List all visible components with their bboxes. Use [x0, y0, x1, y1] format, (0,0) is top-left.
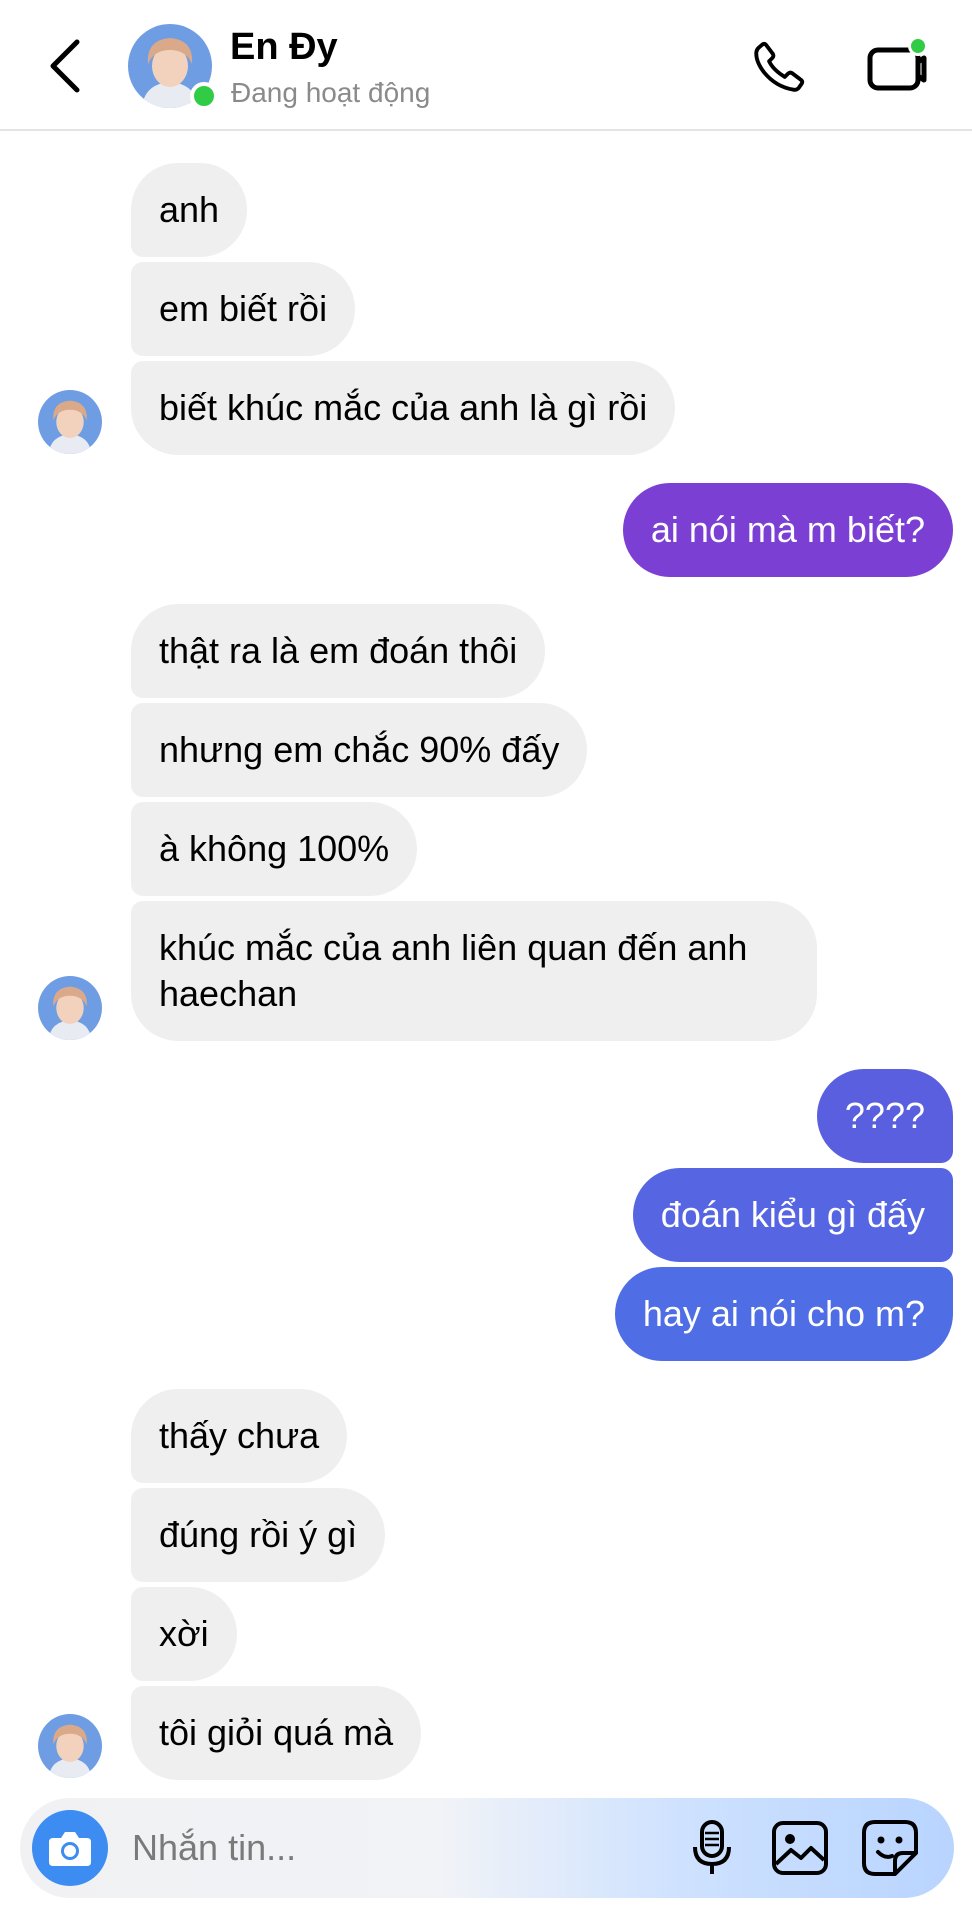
- sticker-icon: [862, 1820, 918, 1876]
- message-text: anh: [159, 189, 220, 230]
- message-text: em biết rồi: [159, 288, 328, 329]
- sticker-button[interactable]: [858, 1816, 922, 1880]
- avatar-image: [38, 390, 102, 454]
- message-text: thấy chưa: [159, 1415, 320, 1456]
- message-text: à không 100%: [159, 828, 390, 869]
- online-indicator: [190, 82, 218, 110]
- message-received[interactable]: tôi giỏi quá mà: [131, 1686, 422, 1780]
- video-active-indicator: [908, 36, 928, 56]
- message-received[interactable]: xời: [131, 1587, 237, 1681]
- message-composer: [20, 1798, 954, 1898]
- message-text: hay ai nói cho m?: [642, 1293, 925, 1334]
- message-received[interactable]: à không 100%: [131, 802, 418, 896]
- chevron-left-icon: [50, 39, 80, 93]
- phone-icon: [754, 41, 805, 92]
- message-text: khúc mắc của anh liên quan đến anh haech…: [159, 927, 748, 1014]
- contact-status: Đang hoạt động: [231, 77, 431, 108]
- voice-call-button[interactable]: [748, 36, 810, 98]
- sender-avatar[interactable]: [38, 1714, 102, 1778]
- avatar-image: [38, 1714, 102, 1778]
- message-text: nhưng em chắc 90% đấy: [159, 729, 560, 770]
- video-call-button[interactable]: [862, 36, 932, 98]
- message-text: ????: [844, 1095, 925, 1136]
- message-text: thật ra là em đoán thôi: [159, 630, 518, 671]
- avatar-image: [38, 976, 102, 1040]
- message-text: biết khúc mắc của anh là gì rồi: [159, 387, 648, 428]
- message-received[interactable]: anh: [131, 163, 248, 257]
- contact-avatar[interactable]: [128, 24, 218, 110]
- message-received[interactable]: đúng rồi ý gì: [131, 1488, 386, 1582]
- sender-avatar[interactable]: [38, 976, 102, 1040]
- voice-message-button[interactable]: [680, 1816, 744, 1880]
- contact-name[interactable]: En Đy: [230, 26, 338, 69]
- message-sent[interactable]: ai nói mà m biết?: [622, 483, 953, 577]
- message-text: ai nói mà m biết?: [650, 509, 925, 550]
- message-received[interactable]: khúc mắc của anh liên quan đến anh haech…: [131, 901, 817, 1041]
- message-text: xời: [159, 1613, 209, 1654]
- message-text: tôi giỏi quá mà: [159, 1712, 394, 1753]
- message-text: đúng rồi ý gì: [159, 1514, 358, 1555]
- sender-avatar[interactable]: [38, 390, 102, 454]
- gallery-button[interactable]: [768, 1816, 832, 1880]
- message-received[interactable]: thấy chưa: [131, 1389, 348, 1483]
- image-icon: [772, 1821, 828, 1875]
- chat-screen: En Đy Đang hoạt động anh em biết rồi biế…: [0, 0, 972, 1920]
- message-sent[interactable]: hay ai nói cho m?: [614, 1267, 953, 1361]
- camera-button[interactable]: [32, 1810, 108, 1886]
- message-text: đoán kiểu gì đấy: [660, 1194, 925, 1235]
- message-sent[interactable]: đoán kiểu gì đấy: [632, 1168, 953, 1262]
- camera-icon: [49, 1832, 91, 1866]
- microphone-icon: [693, 1820, 731, 1874]
- message-input[interactable]: [132, 1824, 552, 1872]
- message-received[interactable]: biết khúc mắc của anh là gì rồi: [131, 361, 676, 455]
- message-received[interactable]: nhưng em chắc 90% đấy: [131, 703, 588, 797]
- message-sent[interactable]: ????: [816, 1069, 953, 1163]
- back-button[interactable]: [40, 36, 90, 96]
- chat-header: En Đy Đang hoạt động: [0, 0, 972, 131]
- message-received[interactable]: thật ra là em đoán thôi: [131, 604, 546, 698]
- message-received[interactable]: em biết rồi: [131, 262, 356, 356]
